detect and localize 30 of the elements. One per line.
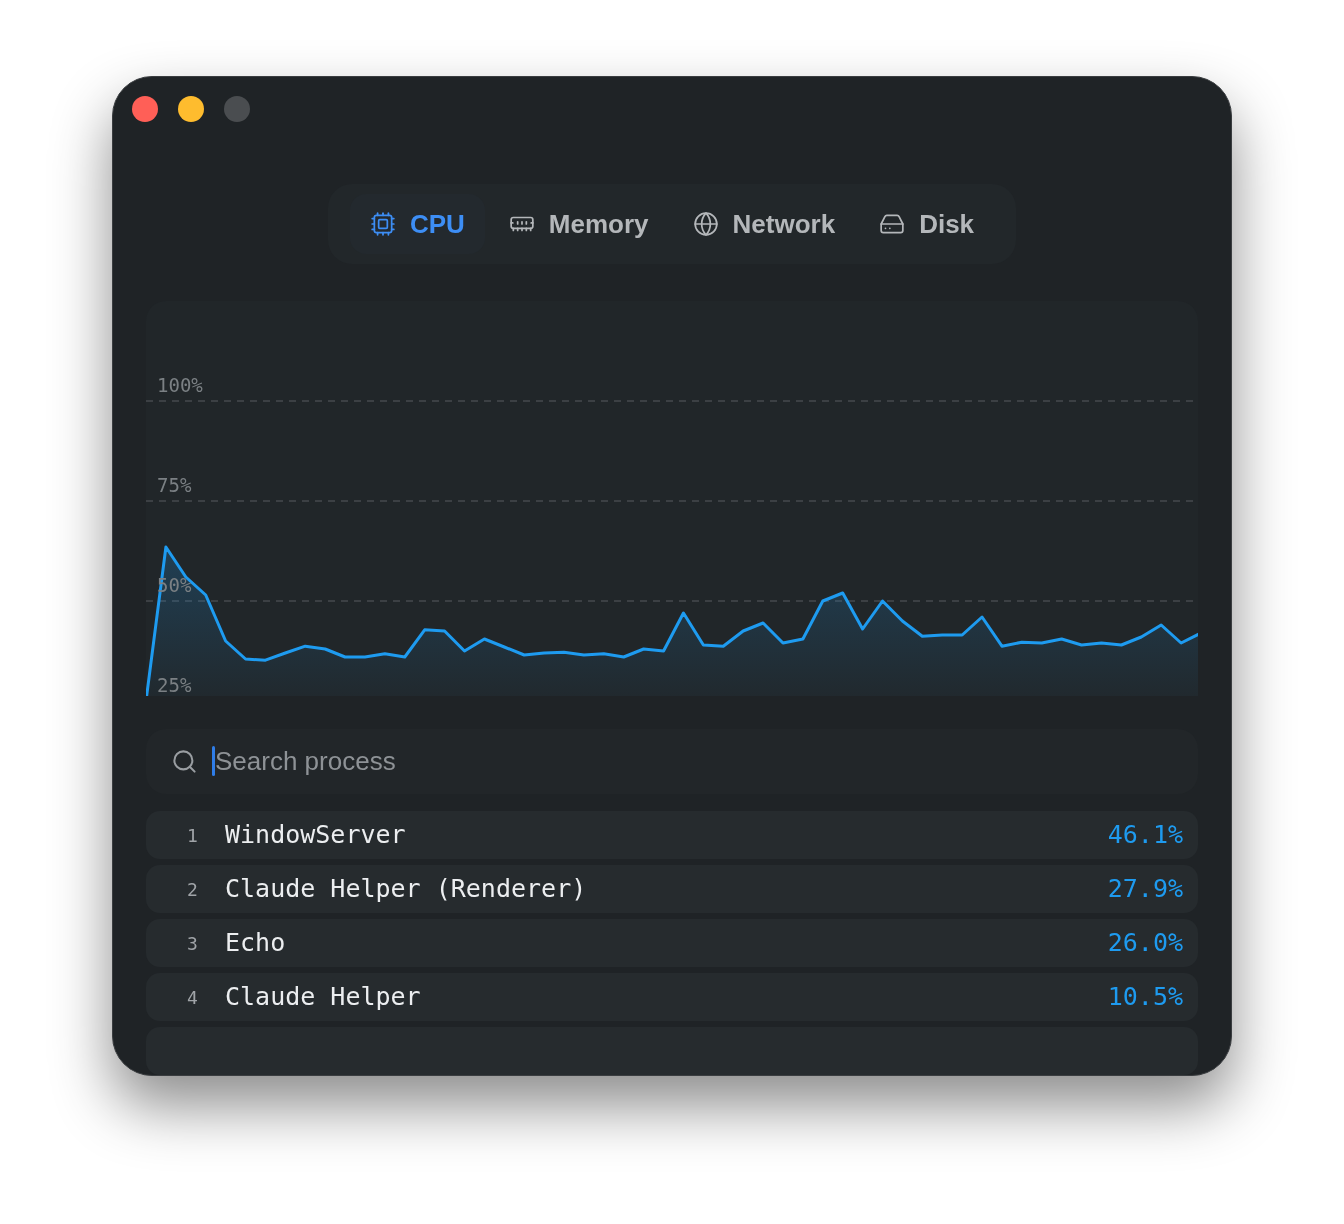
drive-icon [879,211,906,237]
usage-value: 46.1% [1107,819,1183,852]
tab[interactable]: Disk [859,194,995,254]
rank-number: 1 [187,823,199,848]
globe-icon [692,211,719,237]
minimize-button[interactable] [178,96,204,122]
axis-label: 100% [157,376,203,395]
tab[interactable]: Network [672,194,856,254]
process-row[interactable]: 2 Claude Helper (Renderer) 27.9% [146,865,1198,913]
usage-value: 10.5% [1107,981,1183,1014]
rank-number: 2 [187,877,199,902]
process-name: Claude Helper (Renderer) [225,873,588,906]
process-row[interactable]: 1 WindowServer 46.1% [146,811,1198,859]
process-name: Echo [225,927,287,960]
process-row[interactable]: 3 Echo 26.0% [146,919,1198,967]
axis-label: 75% [157,476,192,495]
chip-icon [369,211,396,237]
process-row[interactable]: 4 Claude Helper 10.5% [146,973,1198,1021]
usage-value: 27.9% [1107,873,1183,906]
rank-number: 3 [187,931,199,956]
rank-number: 4 [187,985,199,1010]
search-field[interactable]: Search process [215,741,615,781]
tab[interactable]: CPU [349,194,485,254]
process-name: Claude Helper [225,981,422,1014]
usage-value: 26.0% [1107,927,1183,960]
process-name: WindowServer [225,819,407,852]
search-icon [171,747,198,775]
tab[interactable]: Memory [488,194,669,254]
close-button[interactable] [132,96,158,122]
axis-label: 25% [157,676,192,695]
